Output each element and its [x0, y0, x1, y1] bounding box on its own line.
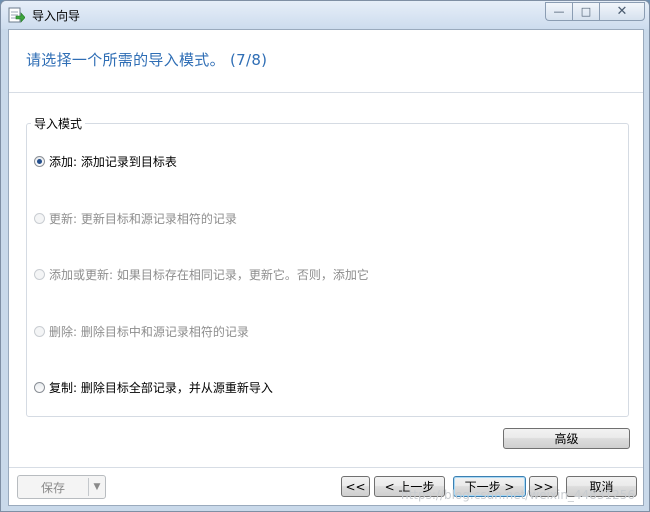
- save-button: 保存: [40, 480, 65, 495]
- radio-option-append-or-update: 添加或更新: 如果目标存在相同记录，更新它。否则，添加它: [34, 266, 369, 283]
- close-button[interactable]: ✕: [599, 2, 645, 21]
- window-controls: — □ ✕: [545, 2, 645, 21]
- radio-label: 添加或更新: 如果目标存在相同记录，更新它。否则，添加它: [49, 268, 369, 282]
- radio-button-checked[interactable]: [34, 156, 45, 167]
- minimize-button[interactable]: —: [545, 2, 572, 21]
- radio-button[interactable]: [34, 382, 45, 393]
- radio-label: 复制: 删除目标全部记录，并从源重新导入: [49, 381, 273, 395]
- radio-button: [34, 326, 45, 337]
- page-title: 请选择一个所需的导入模式。 (7/8): [26, 51, 268, 69]
- radio-option-delete: 删除: 删除目标中和源记录相符的记录: [34, 323, 249, 340]
- import-mode-group-label: 导入模式: [31, 115, 86, 132]
- title-bar[interactable]: 导入向导 — □ ✕: [1, 1, 649, 29]
- first-step-button[interactable]: <<: [341, 476, 370, 497]
- radio-button: [34, 269, 45, 280]
- maximize-button[interactable]: □: [572, 2, 599, 21]
- save-button-group: 保存 ▼: [17, 475, 106, 499]
- advanced-button[interactable]: 高级: [503, 428, 630, 449]
- radio-option-append[interactable]: 添加: 添加记录到目标表: [34, 153, 177, 170]
- watermark-text: https://blog.csdn.net/weixin_44831256: [400, 488, 635, 502]
- radio-button: [34, 213, 45, 224]
- maximize-icon: □: [580, 5, 592, 18]
- import-wizard-icon: [8, 7, 25, 23]
- close-icon: ✕: [616, 4, 628, 19]
- footer-divider: [9, 467, 643, 468]
- minimize-icon: —: [553, 5, 565, 18]
- save-dropdown-arrow-icon: ▼: [93, 482, 101, 492]
- radio-label: 更新: 更新目标和源记录相符的记录: [49, 212, 237, 226]
- window-title: 导入向导: [32, 9, 81, 23]
- radio-option-copy[interactable]: 复制: 删除目标全部记录，并从源重新导入: [34, 379, 273, 396]
- radio-label: 添加: 添加记录到目标表: [49, 155, 177, 169]
- import-wizard-window: 导入向导 — □ ✕ 请选择一个所需的导入模式。 (7/8) 导入模式 添加: …: [0, 0, 650, 512]
- radio-option-update: 更新: 更新目标和源记录相符的记录: [34, 210, 237, 227]
- wizard-content: 请选择一个所需的导入模式。 (7/8) 导入模式 添加: 添加记录到目标表 更新…: [8, 29, 644, 506]
- radio-label: 删除: 删除目标中和源记录相符的记录: [49, 325, 249, 339]
- header-divider: [9, 92, 643, 93]
